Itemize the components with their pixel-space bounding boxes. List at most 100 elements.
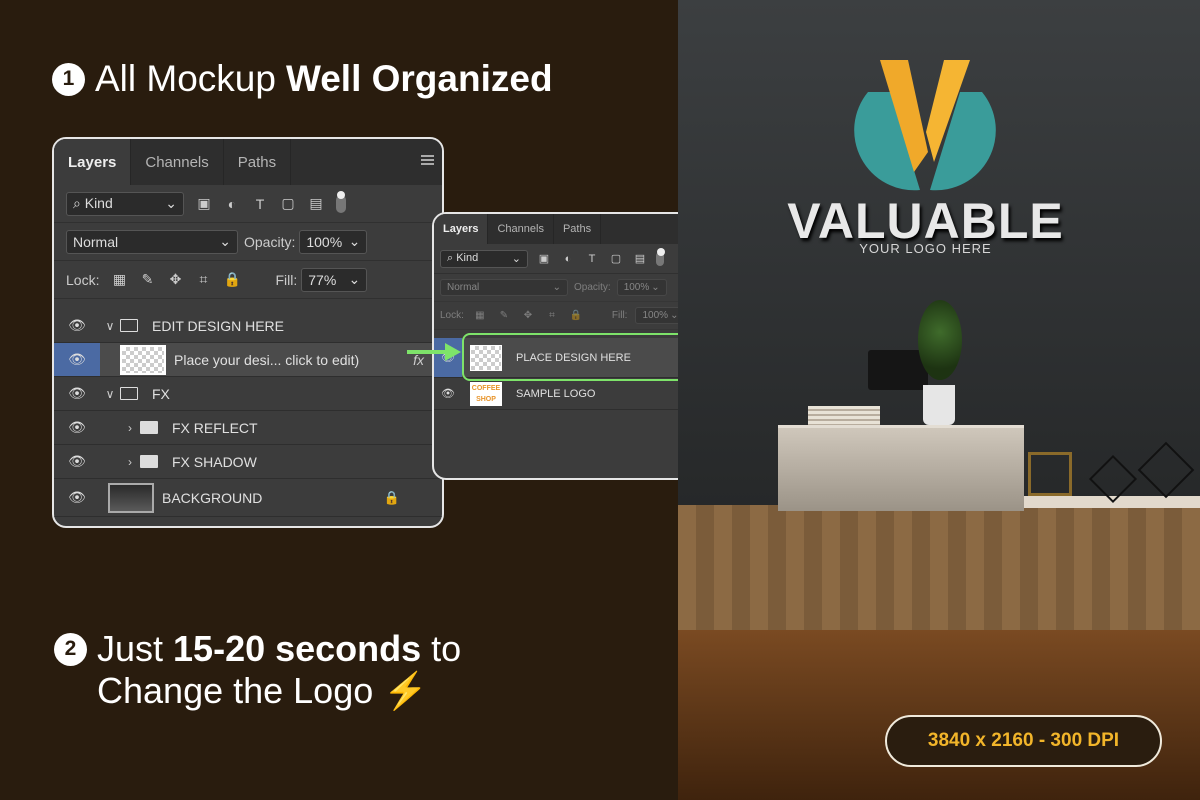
chevron-down-icon: ⌄ xyxy=(651,282,660,293)
smart-object-filter-icon[interactable]: ▤ xyxy=(632,252,648,265)
tab-channels[interactable]: Channels xyxy=(131,139,224,185)
lock-move-icon[interactable]: ✥ xyxy=(520,310,536,321)
heading-change-logo: 2 Just 15-20 seconds to Change the Logo … xyxy=(54,628,461,712)
heading2-regular: Just xyxy=(97,628,164,669)
opacity-value: 100% xyxy=(623,282,650,293)
chevron-right-icon[interactable]: › xyxy=(120,455,140,469)
terrarium xyxy=(1028,452,1072,496)
eye-icon[interactable]: 👁 xyxy=(54,343,100,376)
resolution-badge: 3840 x 2160 - 300 DPI xyxy=(885,715,1162,767)
panel-tabs: Layers Channels Paths xyxy=(54,139,442,185)
marble-counter xyxy=(778,425,1024,511)
filter-kind-select[interactable]: ⌕ Kind ⌄ xyxy=(66,191,184,216)
wood-panel xyxy=(678,505,1200,635)
fill-value: 77% xyxy=(308,271,337,288)
heading1-bold: Well Organized xyxy=(285,58,553,99)
image-filter-icon[interactable]: ▣ xyxy=(536,252,552,265)
blend-mode-value: Normal xyxy=(447,282,480,293)
layer-row[interactable]: 👁 › FX SHADOW xyxy=(54,445,442,479)
mockup-preview: VALUABLE YOUR LOGO HERE xyxy=(678,0,1200,800)
plant xyxy=(918,300,962,380)
lock-transparent-icon[interactable]: ▦ xyxy=(472,310,488,321)
layer-list: 👁 ∨ EDIT DESIGN HERE 👁 Place your desi..… xyxy=(54,299,442,517)
lock-artboard-icon[interactable]: ⌗ xyxy=(544,310,560,321)
layer-name: BACKGROUND xyxy=(162,489,263,506)
blend-mode-select[interactable]: Normal ⌄ xyxy=(440,279,568,296)
filter-toggle[interactable] xyxy=(336,190,346,213)
step-number-1: 1 xyxy=(52,62,85,96)
filter-kind-select[interactable]: ⌕ Kind ⌄ xyxy=(440,249,528,268)
image-filter-icon[interactable]: ▣ xyxy=(196,195,212,212)
lock-all-icon[interactable]: 🔒 xyxy=(568,310,584,321)
smart-object-filter-icon[interactable]: ▤ xyxy=(308,195,324,212)
tab-channels[interactable]: Channels xyxy=(488,214,554,244)
eye-icon[interactable]: 👁 xyxy=(54,489,100,506)
opacity-field[interactable]: 100% ⌄ xyxy=(299,229,368,254)
layer-name: SAMPLE LOGO xyxy=(516,387,596,400)
lock-toolbar: Lock: ▦ ✎ ✥ ⌗ 🔒 Fill: 77% ⌄ xyxy=(54,261,442,299)
fill-label: Fill: xyxy=(275,271,298,288)
chevron-down-icon: ⌄ xyxy=(511,253,521,265)
eye-icon[interactable]: 👁 xyxy=(54,419,100,436)
layer-row-selected[interactable]: 👁 Place your desi... click to edit) fx xyxy=(54,343,442,377)
heading-well-organized: 1 All Mockup Well Organized xyxy=(52,58,553,100)
smart-object-thumbnail xyxy=(120,344,166,375)
tab-paths[interactable]: Paths xyxy=(554,214,602,244)
heading2-line2: Change the Logo xyxy=(97,670,374,711)
opacity-value: 100% xyxy=(306,233,343,250)
fill-field[interactable]: 77% ⌄ xyxy=(301,267,368,292)
layers-panel-large: Layers Channels Paths ⌕ Kind ⌄ ▣ ◐ T ▢ ▤ … xyxy=(52,137,444,528)
folder-icon xyxy=(140,455,158,468)
chevron-down-icon[interactable]: ∨ xyxy=(100,319,120,333)
adjustment-filter-icon[interactable]: ◐ xyxy=(224,196,240,212)
adjustment-filter-icon[interactable]: ◐ xyxy=(560,253,576,265)
shape-filter-icon[interactable]: ▢ xyxy=(608,252,624,265)
tab-paths[interactable]: Paths xyxy=(224,139,292,185)
type-filter-icon[interactable]: T xyxy=(252,196,268,212)
filter-toggle[interactable] xyxy=(656,247,665,266)
panel-menu-icon[interactable] xyxy=(421,155,434,165)
chevron-right-icon[interactable]: › xyxy=(120,421,140,435)
lock-label: Lock: xyxy=(66,271,100,288)
layer-name: Place your desi... click to edit) xyxy=(174,351,360,368)
lock-all-icon[interactable]: 🔒 xyxy=(223,271,240,288)
layer-row[interactable]: 👁 ∨ FX xyxy=(54,377,442,411)
layer-row[interactable]: 👁 › FX REFLECT xyxy=(54,411,442,445)
lock-artboard-icon[interactable]: ⌗ xyxy=(195,271,211,288)
lock-transparent-icon[interactable]: ▦ xyxy=(111,271,127,288)
layer-row[interactable]: 👁 BACKGROUND 🔒 xyxy=(54,479,442,517)
fill-label: Fill: xyxy=(611,310,628,321)
filter-kind-value: Kind xyxy=(84,195,113,211)
background-thumbnail xyxy=(108,482,154,513)
search-icon: ⌕ xyxy=(447,252,457,264)
search-icon: ⌕ xyxy=(73,195,85,211)
shape-filter-icon[interactable]: ▢ xyxy=(280,195,296,212)
eye-icon[interactable]: 👁 xyxy=(54,317,100,334)
filter-toolbar: ⌕ Kind ⌄ ▣ ◐ T ▢ ▤ xyxy=(54,185,442,223)
chevron-down-icon: ⌄ xyxy=(552,282,561,293)
chevron-down-icon: ⌄ xyxy=(348,233,361,249)
opacity-field[interactable]: 100% ⌄ xyxy=(616,279,667,296)
eye-icon[interactable]: 👁 xyxy=(54,453,100,470)
chevron-down-icon: ⌄ xyxy=(219,233,231,249)
lock-brush-icon[interactable]: ✎ xyxy=(496,310,512,321)
blend-mode-select[interactable]: Normal ⌄ xyxy=(66,229,238,254)
chevron-down-icon[interactable]: ∨ xyxy=(100,387,120,401)
lock-brush-icon[interactable]: ✎ xyxy=(139,271,155,288)
lock-move-icon[interactable]: ✥ xyxy=(167,271,183,288)
layer-name: FX xyxy=(152,385,170,402)
blend-mode-value: Normal xyxy=(73,233,119,250)
arrow-right-icon xyxy=(407,343,461,361)
plant-pot xyxy=(923,385,955,425)
lock-icon: 🔒 xyxy=(383,489,400,505)
layer-row[interactable]: 👁 ∨ EDIT DESIGN HERE xyxy=(54,309,442,343)
fill-value: 100% xyxy=(642,310,669,321)
tab-layers[interactable]: Layers xyxy=(54,139,132,185)
type-filter-icon[interactable]: T xyxy=(584,253,600,265)
tab-layers[interactable]: Layers xyxy=(434,214,489,244)
chevron-down-icon: ⌄ xyxy=(348,271,361,287)
eye-icon[interactable]: 👁 xyxy=(54,385,100,402)
eye-icon[interactable]: 👁 xyxy=(434,387,462,400)
folder-icon xyxy=(140,421,158,434)
folder-icon xyxy=(120,319,138,332)
